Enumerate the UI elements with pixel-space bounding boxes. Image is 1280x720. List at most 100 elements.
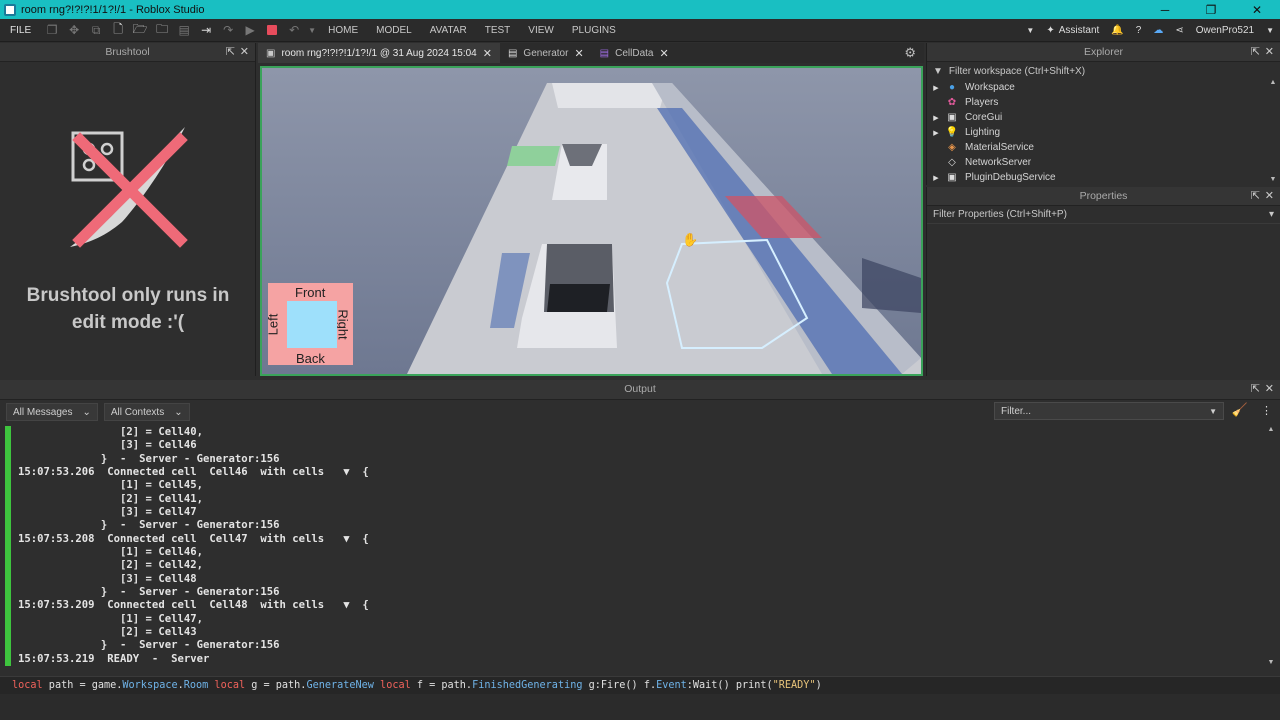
tab-avatar[interactable]: AVATAR bbox=[421, 25, 476, 36]
cloud-icon[interactable]: ☁ bbox=[1147, 25, 1169, 36]
command-bar-input[interactable]: local path = game.Workspace.Room local g… bbox=[0, 676, 1280, 694]
notifications-icon[interactable]: 🔔 bbox=[1105, 25, 1129, 36]
viewport-settings-icon[interactable]: ⚙ bbox=[896, 43, 924, 63]
left-label: Left bbox=[265, 313, 281, 336]
document-tabs: ▣ room rng?!?!?!1/1?!/1 @ 31 Aug 2024 15… bbox=[258, 43, 924, 63]
close-panel-icon[interactable]: ✕ bbox=[240, 43, 249, 62]
title-bar: room rng?!?!?!1/1?!/1 - Roblox Studio ─ … bbox=[0, 0, 1280, 19]
minimize-button[interactable]: ─ bbox=[1142, 3, 1188, 17]
output-line: [1] = Cell47, bbox=[18, 612, 203, 625]
tree-item-coregui[interactable]: ▶ ▣ CoreGui bbox=[927, 110, 1280, 125]
tab-place[interactable]: ▣ room rng?!?!?!1/1?!/1 @ 31 Aug 2024 15… bbox=[258, 43, 500, 63]
command-token: g = path. bbox=[245, 680, 307, 691]
tab-test[interactable]: TEST bbox=[476, 25, 520, 36]
output-line: 15:07:53.209 Connected cell Cell48 with … bbox=[18, 599, 369, 612]
new-file-icon[interactable]: 🗋 bbox=[107, 19, 129, 41]
tree-item-lighting[interactable]: ▶ 💡 Lighting bbox=[927, 125, 1280, 140]
assistant-button[interactable]: ✦ Assistant bbox=[1040, 25, 1105, 36]
stop-icon[interactable] bbox=[261, 19, 283, 41]
command-token: g:Fire() f. bbox=[582, 680, 657, 691]
close-tab-icon[interactable]: ✕ bbox=[659, 47, 668, 60]
copy-icon[interactable]: ❐ bbox=[41, 19, 63, 41]
share-icon[interactable]: ⋖ bbox=[1169, 25, 1189, 36]
more-options-icon[interactable]: ⋮ bbox=[1261, 404, 1272, 417]
close-tab-icon[interactable]: ✕ bbox=[574, 47, 583, 60]
move-icon[interactable]: ✥ bbox=[63, 19, 85, 41]
user-name[interactable]: OwenPro521 bbox=[1190, 25, 1260, 36]
output-filter-input[interactable]: Filter... ▼ bbox=[994, 402, 1224, 420]
tab-model[interactable]: MODEL bbox=[367, 25, 421, 36]
close-button[interactable]: ✕ bbox=[1234, 3, 1280, 17]
close-tab-icon[interactable]: ✕ bbox=[483, 47, 492, 60]
close-panel-icon[interactable]: ✕ bbox=[1265, 380, 1274, 399]
expand-arrow-icon[interactable]: ▶ bbox=[927, 84, 945, 92]
undock-icon[interactable]: ⇱ bbox=[226, 43, 235, 62]
expand-arrow-icon[interactable]: ▶ bbox=[927, 114, 945, 122]
open-folder-icon[interactable]: 🗁 bbox=[129, 19, 151, 41]
undock-icon[interactable]: ⇱ bbox=[1251, 187, 1260, 206]
maximize-button[interactable]: ❐ bbox=[1188, 3, 1234, 17]
file-menu[interactable]: FILE bbox=[0, 25, 41, 36]
group-icon[interactable]: ⧉ bbox=[85, 19, 107, 41]
user-menu-chevron-icon[interactable]: ▼ bbox=[1260, 26, 1280, 35]
tab-view[interactable]: VIEW bbox=[519, 25, 563, 36]
tab-generator[interactable]: ▤ Generator ✕ bbox=[500, 43, 592, 63]
tree-item-players[interactable]: ✿ Players bbox=[927, 95, 1280, 110]
material-icon: ◈ bbox=[948, 142, 956, 153]
properties-filter[interactable]: Filter Properties (Ctrl+Shift+P) ▾ bbox=[927, 206, 1280, 224]
explorer-filter[interactable]: ▼ Filter workspace (Ctrl+Shift+X) bbox=[927, 62, 1280, 80]
play-icon[interactable]: ▶ bbox=[239, 19, 261, 41]
tab-home[interactable]: HOME bbox=[319, 25, 367, 36]
output-line: } - Server - Generator:156 bbox=[18, 585, 280, 598]
module-script-icon: ▤ bbox=[599, 47, 610, 59]
tree-item-plugindebugservice[interactable]: ▶ ▣ PluginDebugService bbox=[927, 170, 1280, 185]
tab-celldata[interactable]: ▤ CellData ✕ bbox=[592, 43, 677, 63]
output-line: [2] = Cell41, bbox=[18, 492, 203, 505]
save-folder-icon[interactable]: 🗀 bbox=[151, 19, 173, 41]
tree-item-materialservice[interactable]: ◈ MaterialService bbox=[927, 140, 1280, 155]
clear-output-icon[interactable]: 🧹 bbox=[1232, 402, 1248, 418]
undo-icon[interactable]: ↶ bbox=[283, 19, 305, 41]
properties-title: Properties bbox=[1079, 190, 1128, 202]
command-token: local bbox=[208, 680, 246, 691]
output-scrollbar[interactable]: ▲ ▼ bbox=[1266, 426, 1276, 666]
exit-icon[interactable]: ⇥ bbox=[195, 19, 217, 41]
brush-disabled-icon bbox=[70, 127, 188, 248]
brushtool-panel: Brushtool ⇱ ✕ Brushtool only runs in edi… bbox=[0, 43, 256, 376]
redo-icon[interactable]: ↷ bbox=[217, 19, 239, 41]
output-log: [2] = Cell40, [3] = Cell46 } - Server - … bbox=[5, 426, 1267, 666]
output-line: [1] = Cell45, bbox=[18, 479, 203, 492]
output-line: 15:07:53.219 READY - Server bbox=[18, 652, 210, 665]
explorer-panel: Explorer ⇱ ✕ ▼ Filter workspace (Ctrl+Sh… bbox=[926, 43, 1280, 185]
expand-arrow-icon[interactable]: ▶ bbox=[927, 174, 945, 182]
scene-render bbox=[262, 68, 921, 374]
right-label: Right bbox=[335, 309, 351, 340]
tree-item-workspace[interactable]: ▶ ● Workspace bbox=[927, 80, 1280, 95]
publish-icon[interactable]: ▤ bbox=[173, 19, 195, 41]
undock-icon[interactable]: ⇱ bbox=[1251, 43, 1260, 62]
expand-arrow-icon[interactable]: ▶ bbox=[927, 129, 945, 137]
close-panel-icon[interactable]: ✕ bbox=[1265, 187, 1274, 206]
3d-viewport[interactable]: ✋ Front Back Left Right bbox=[260, 66, 923, 376]
contexts-dropdown[interactable]: All Contexts ⌄ bbox=[103, 403, 190, 421]
tab-plugins[interactable]: PLUGINS bbox=[563, 25, 625, 36]
place-icon: ▣ bbox=[266, 47, 276, 59]
command-token: "READY" bbox=[772, 680, 816, 691]
command-token: Room bbox=[183, 680, 209, 691]
brushtool-header: Brushtool ⇱ ✕ bbox=[0, 43, 255, 62]
close-panel-icon[interactable]: ✕ bbox=[1265, 43, 1274, 62]
coregui-icon: ▣ bbox=[947, 112, 957, 123]
explorer-scrollbar[interactable]: ▲ ▼ bbox=[1268, 79, 1278, 183]
ribbon-collapse-icon[interactable]: ▼ bbox=[1020, 26, 1040, 35]
tree-item-networkserver[interactable]: ◇ NetworkServer bbox=[927, 155, 1280, 170]
globe-icon: ● bbox=[948, 82, 956, 93]
undock-icon[interactable]: ⇱ bbox=[1251, 380, 1260, 399]
properties-filter-chevron-icon[interactable]: ▾ bbox=[1269, 209, 1274, 220]
help-icon[interactable]: ? bbox=[1130, 25, 1148, 36]
command-token: FinishedGenerating bbox=[472, 680, 583, 691]
more-chevron-icon[interactable]: ▼ bbox=[305, 19, 319, 41]
output-line: 15:07:53.208 Connected cell Cell47 with … bbox=[18, 532, 369, 545]
output-line: [3] = Cell48 bbox=[18, 572, 197, 585]
messages-dropdown[interactable]: All Messages ⌄ bbox=[6, 403, 98, 421]
menu-bar: FILE ❐ ✥ ⧉ 🗋 🗁 🗀 ▤ ⇥ ↷ ▶ ↶ ▼ HOME MODEL … bbox=[0, 19, 1280, 42]
